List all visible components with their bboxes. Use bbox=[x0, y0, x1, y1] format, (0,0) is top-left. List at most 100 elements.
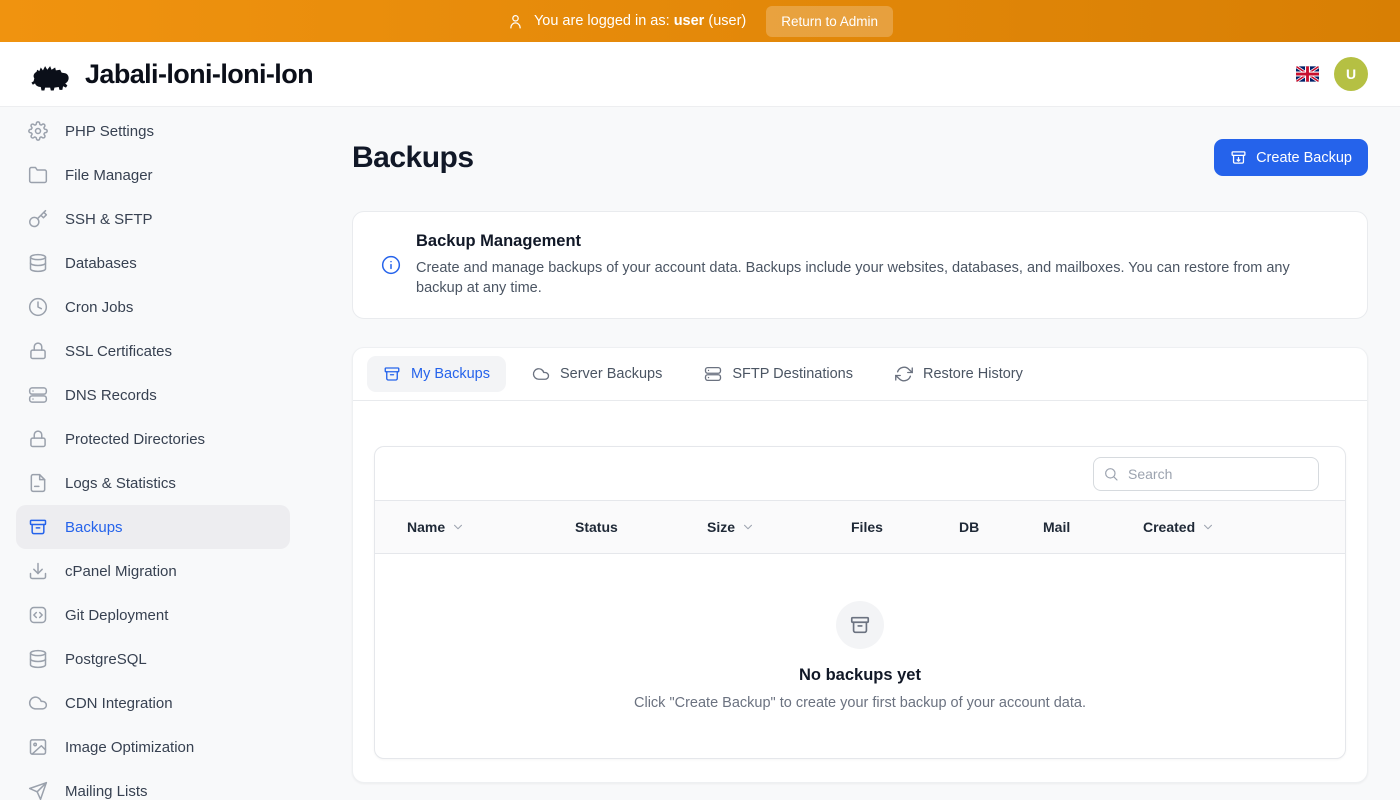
logged-in-username: user bbox=[674, 13, 705, 29]
backup-tabs: My Backups Server Backups SFTP Destinati… bbox=[353, 348, 1367, 401]
sidebar-item-label: PHP Settings bbox=[65, 123, 154, 140]
backups-table-card: Name Status Size bbox=[374, 446, 1346, 759]
sidebar-item[interactable]: Git Deployment bbox=[16, 593, 290, 637]
sidebar-item[interactable]: CDN Integration bbox=[16, 681, 290, 725]
column-label: Size bbox=[707, 519, 735, 535]
create-backup-button[interactable]: Create Backup bbox=[1214, 139, 1368, 176]
table-column-header[interactable]: DB bbox=[959, 519, 1043, 535]
cloud-icon bbox=[28, 693, 48, 713]
info-icon bbox=[381, 255, 401, 275]
tab-label: My Backups bbox=[411, 366, 490, 382]
lock-icon bbox=[28, 341, 48, 361]
sidebar-item-label: CDN Integration bbox=[65, 695, 173, 712]
return-to-admin-button[interactable]: Return to Admin bbox=[766, 6, 893, 37]
tab-label: Restore History bbox=[923, 366, 1023, 382]
tab[interactable]: Server Backups bbox=[516, 356, 678, 392]
table-column-header[interactable]: Mail bbox=[1043, 519, 1143, 535]
search-input[interactable] bbox=[1093, 457, 1319, 491]
search-icon bbox=[1103, 466, 1119, 482]
sidebar-item-label: PostgreSQL bbox=[65, 651, 147, 668]
archive-icon bbox=[28, 517, 48, 537]
table-column-header[interactable]: Created bbox=[1143, 519, 1345, 535]
sidebar-item[interactable]: Backups bbox=[16, 505, 290, 549]
tab[interactable]: My Backups bbox=[367, 356, 506, 392]
user-icon bbox=[507, 13, 524, 30]
server-icon bbox=[28, 385, 48, 405]
table-column-header[interactable]: Status bbox=[575, 519, 707, 535]
folder-icon bbox=[28, 165, 48, 185]
column-label: Name bbox=[407, 519, 445, 535]
file-text-icon bbox=[28, 473, 48, 493]
cloud-icon bbox=[532, 365, 550, 383]
database-icon bbox=[28, 253, 48, 273]
info-card-title: Backup Management bbox=[416, 232, 1339, 251]
tab-label: SFTP Destinations bbox=[732, 366, 853, 382]
backups-panel: My Backups Server Backups SFTP Destinati… bbox=[352, 347, 1368, 783]
code-icon bbox=[28, 605, 48, 625]
refresh-icon bbox=[895, 365, 913, 383]
sidebar-item[interactable]: Databases bbox=[16, 241, 290, 285]
empty-state-title: No backups yet bbox=[799, 666, 921, 685]
sidebar-item[interactable]: SSH & SFTP bbox=[16, 197, 290, 241]
chevron-down-icon bbox=[1201, 520, 1215, 534]
language-flag-uk-icon[interactable] bbox=[1296, 66, 1319, 82]
backup-management-info-card: Backup Management Create and manage back… bbox=[352, 211, 1368, 319]
sidebar-item[interactable]: Protected Directories bbox=[16, 417, 290, 461]
table-column-header[interactable]: Files bbox=[851, 519, 959, 535]
sidebar-item[interactable]: Mailing Lists bbox=[16, 769, 290, 800]
sidebar-item-label: Cron Jobs bbox=[65, 299, 133, 316]
app-header: Jabali-loni-loni-lon U bbox=[0, 42, 1400, 107]
table-column-header[interactable]: Name bbox=[407, 519, 575, 535]
sidebar-item[interactable]: cPanel Migration bbox=[16, 549, 290, 593]
column-label: DB bbox=[959, 519, 979, 535]
clock-icon bbox=[28, 297, 48, 317]
sidebar-item-label: File Manager bbox=[65, 167, 153, 184]
user-avatar[interactable]: U bbox=[1334, 57, 1368, 91]
tab-label: Server Backups bbox=[560, 366, 662, 382]
admin-impersonation-bar: You are logged in as: user (user) Return… bbox=[0, 0, 1400, 42]
table-column-header[interactable]: Size bbox=[707, 519, 851, 535]
sidebar-nav: PHP Settings File Manager SSH & SFTP Dat… bbox=[16, 108, 290, 800]
tab[interactable]: Restore History bbox=[879, 356, 1039, 392]
server-icon bbox=[704, 365, 722, 383]
sidebar-item-label: Mailing Lists bbox=[65, 783, 148, 800]
sidebar-item-label: cPanel Migration bbox=[65, 563, 177, 580]
download-icon bbox=[28, 561, 48, 581]
sidebar-item[interactable]: PostgreSQL bbox=[16, 637, 290, 681]
empty-state: No backups yet Click "Create Backup" to … bbox=[375, 554, 1345, 758]
logged-in-role: (user) bbox=[708, 13, 746, 29]
sidebar-item-label: SSL Certificates bbox=[65, 343, 172, 360]
logged-in-as-text: You are logged in as: user (user) bbox=[534, 13, 746, 29]
column-label: Mail bbox=[1043, 519, 1070, 535]
archive-down-icon bbox=[1230, 149, 1247, 166]
sidebar-item[interactable]: Cron Jobs bbox=[16, 285, 290, 329]
brand-title: Jabali-loni-loni-lon bbox=[85, 59, 313, 90]
sidebar-item[interactable]: SSL Certificates bbox=[16, 329, 290, 373]
sidebar-item[interactable]: DNS Records bbox=[16, 373, 290, 417]
brand[interactable]: Jabali-loni-loni-lon bbox=[30, 56, 313, 92]
archive-icon bbox=[383, 365, 401, 383]
sidebar-item-label: Backups bbox=[65, 519, 123, 536]
database-icon bbox=[28, 649, 48, 669]
sidebar-item-label: Git Deployment bbox=[65, 607, 168, 624]
column-label: Files bbox=[851, 519, 883, 535]
boar-logo-icon bbox=[30, 56, 76, 92]
sidebar-item-label: Image Optimization bbox=[65, 739, 194, 756]
sidebar-item-label: Databases bbox=[65, 255, 137, 272]
send-icon bbox=[28, 781, 48, 800]
empty-state-message: Click "Create Backup" to create your fir… bbox=[634, 695, 1086, 711]
search-box bbox=[1093, 457, 1319, 491]
image-icon bbox=[28, 737, 48, 757]
sidebar-item[interactable]: PHP Settings bbox=[16, 109, 290, 153]
main-content: Backups Create Backup Backup Management … bbox=[352, 108, 1368, 800]
sidebar-item[interactable]: Logs & Statistics bbox=[16, 461, 290, 505]
tab[interactable]: SFTP Destinations bbox=[688, 356, 869, 392]
chevron-down-icon bbox=[451, 520, 465, 534]
page-title: Backups bbox=[352, 141, 474, 175]
sidebar-item[interactable]: File Manager bbox=[16, 153, 290, 197]
info-card-body: Create and manage backups of your accoun… bbox=[416, 258, 1339, 298]
sidebar-item-label: Logs & Statistics bbox=[65, 475, 176, 492]
gear-icon bbox=[28, 121, 48, 141]
lock-icon bbox=[28, 429, 48, 449]
sidebar-item[interactable]: Image Optimization bbox=[16, 725, 290, 769]
